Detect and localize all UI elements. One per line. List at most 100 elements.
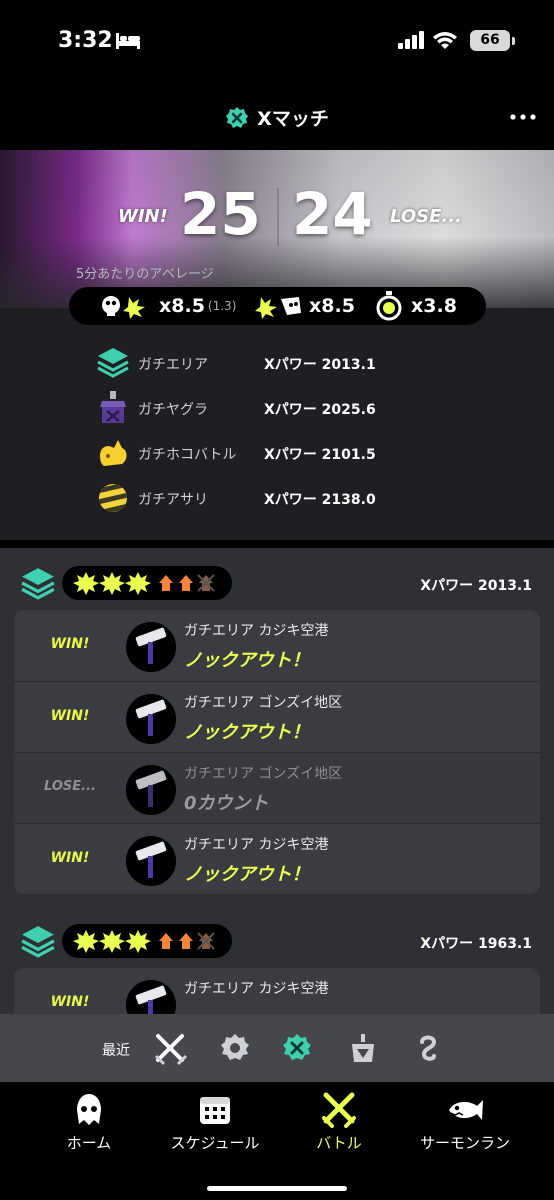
nav-label: スケジュール bbox=[170, 1134, 260, 1152]
win-splat-icon bbox=[99, 572, 125, 595]
match-result: WIN! bbox=[50, 850, 90, 866]
mode-row-splat-zones: ガチエリア Xパワー 2013.1 bbox=[96, 346, 456, 380]
match-row[interactable]: WIN! ガチエリア ゴンズイ地区 ノックアウト！ bbox=[14, 681, 540, 752]
battery-icon: 66 bbox=[470, 30, 510, 51]
roller-weapon-icon bbox=[126, 836, 176, 886]
stat-special-value: x3.8 bbox=[411, 295, 457, 317]
mode-name: ガチアサリ bbox=[138, 492, 208, 508]
status-bar: 3:32 66 bbox=[0, 0, 554, 88]
match-result: WIN! bbox=[50, 708, 90, 724]
squid-up-icon bbox=[159, 933, 173, 949]
kill-assist-icon bbox=[102, 296, 145, 319]
league-icon[interactable] bbox=[346, 1032, 380, 1066]
mode-power: Xパワー 2138.0 bbox=[264, 492, 376, 508]
win-splat-icon bbox=[125, 572, 151, 595]
match-title: ガチエリア カジキ空港 bbox=[184, 623, 329, 639]
x-match-icon bbox=[226, 106, 249, 128]
home-indicator bbox=[207, 1186, 347, 1191]
mode-power: Xパワー 2101.5 bbox=[264, 447, 376, 463]
stat-kill-assist: x8.5 (1.3) bbox=[99, 287, 236, 325]
match-result: WIN! bbox=[50, 636, 90, 652]
match-title: ガチエリア ゴンズイ地区 bbox=[184, 766, 343, 782]
nav-home[interactable]: ホーム bbox=[24, 1092, 154, 1152]
more-icon[interactable] bbox=[510, 110, 536, 124]
mode-power: Xパワー 2025.6 bbox=[264, 402, 376, 418]
splat-zones-icon bbox=[21, 568, 55, 600]
roller-weapon-icon bbox=[126, 765, 176, 815]
summary-banner: WIN! 25 24 LOSE... 5分あたりのアベレージ bbox=[0, 150, 554, 308]
match-subtitle: 0カウント bbox=[184, 793, 269, 814]
battery-tip bbox=[512, 37, 515, 45]
bed-icon bbox=[116, 33, 140, 49]
group-power: Xパワー 2013.1 bbox=[420, 578, 532, 594]
rainmaker-icon bbox=[100, 440, 127, 466]
match-subtitle: ノックアウト！ bbox=[184, 722, 310, 743]
splat-zones-icon bbox=[97, 348, 129, 378]
result-summary-pill bbox=[62, 566, 232, 600]
nav-salmon-run[interactable]: サーモンラン bbox=[400, 1092, 530, 1152]
stats-pill: x8.5 (1.3) x8.5 x3.8 bbox=[69, 287, 486, 325]
mode-name: ガチエリア bbox=[138, 357, 208, 373]
bottom-nav: ホーム スケジュール バトル サーモンラン bbox=[0, 1082, 554, 1200]
nav-label: バトル bbox=[316, 1134, 362, 1152]
squid-up-icon bbox=[159, 575, 173, 591]
result-marks bbox=[73, 930, 215, 953]
result-summary-pill bbox=[62, 924, 232, 958]
win-splat-icon bbox=[99, 930, 125, 953]
match-title: ガチエリア ゴンズイ地区 bbox=[184, 695, 343, 711]
group-header: Xパワー 1963.1 bbox=[0, 922, 554, 962]
match-subtitle: ノックアウト！ bbox=[184, 864, 310, 885]
roller-weapon-icon bbox=[126, 694, 176, 744]
x-match-icon[interactable] bbox=[280, 1032, 314, 1066]
match-result: WIN! bbox=[50, 994, 90, 1010]
average-label: 5分あたりのアベレージ bbox=[76, 267, 214, 282]
win-count: 25 bbox=[180, 180, 261, 248]
match-row[interactable]: WIN! ガチエリア カジキ空港 ノックアウト！ bbox=[14, 610, 540, 681]
nav-label: ホーム bbox=[66, 1134, 112, 1152]
clam-blitz-icon bbox=[99, 484, 127, 512]
nav-battle[interactable]: バトル bbox=[274, 1092, 404, 1152]
all-battles-icon[interactable] bbox=[154, 1032, 188, 1066]
mode-name: ガチヤグラ bbox=[138, 402, 208, 418]
special-icon bbox=[376, 291, 402, 321]
signal-icon bbox=[398, 31, 424, 49]
recent-filter-bar: 最近 bbox=[0, 1014, 554, 1082]
match-row[interactable]: WIN! ガチエリア カジキ空港 ノックアウト！ bbox=[14, 823, 540, 894]
win-label: WIN! bbox=[118, 206, 168, 227]
score-divider bbox=[277, 188, 279, 246]
match-title: ガチエリア カジキ空港 bbox=[184, 981, 329, 997]
battle-icon bbox=[322, 1092, 356, 1128]
page-title: Xマッチ bbox=[0, 104, 554, 131]
lose-label: LOSE... bbox=[390, 206, 462, 227]
group-power: Xパワー 1963.1 bbox=[420, 936, 532, 952]
result-marks bbox=[73, 572, 215, 595]
match-result: LOSE... bbox=[44, 779, 96, 794]
salmon-icon bbox=[449, 1100, 483, 1120]
mode-row-clam-blitz: ガチアサリ Xパワー 2138.0 bbox=[96, 481, 456, 515]
nav-schedule[interactable]: スケジュール bbox=[150, 1092, 280, 1152]
match-row[interactable]: LOSE... ガチエリア ゴンズイ地区 0カウント bbox=[14, 752, 540, 823]
wifi-icon bbox=[433, 32, 457, 49]
squid-up-icon bbox=[179, 933, 193, 949]
win-splat-icon bbox=[73, 930, 99, 953]
mode-name: ガチホコバトル bbox=[138, 447, 237, 463]
roller-weapon-icon bbox=[126, 622, 176, 672]
match-card: WIN! ガチエリア カジキ空港 ノックアウト！ WIN! ガチエリア ゴンズイ… bbox=[14, 610, 540, 894]
header-title-text: Xマッチ bbox=[257, 108, 329, 130]
anarchy-icon[interactable] bbox=[218, 1032, 252, 1066]
death-icon bbox=[255, 297, 301, 319]
stat-kill-assist-value: x8.5 bbox=[159, 295, 205, 317]
squid-up-icon bbox=[179, 575, 193, 591]
page-header: Xマッチ bbox=[0, 88, 554, 150]
splat-zones-icon bbox=[21, 926, 55, 958]
status-time: 3:32 bbox=[58, 28, 113, 53]
calendar-icon bbox=[200, 1097, 230, 1124]
mode-power: Xパワー 2013.1 bbox=[264, 357, 376, 373]
private-icon[interactable] bbox=[410, 1032, 444, 1066]
mode-row-rainmaker: ガチホコバトル Xパワー 2101.5 bbox=[96, 436, 456, 470]
win-splat-icon bbox=[73, 572, 99, 595]
stat-death: x8.5 bbox=[255, 287, 355, 325]
group-header: Xパワー 2013.1 bbox=[0, 564, 554, 604]
tower-control-icon bbox=[100, 391, 126, 423]
mode-row-tower-control: ガチヤグラ Xパワー 2025.6 bbox=[96, 391, 456, 425]
